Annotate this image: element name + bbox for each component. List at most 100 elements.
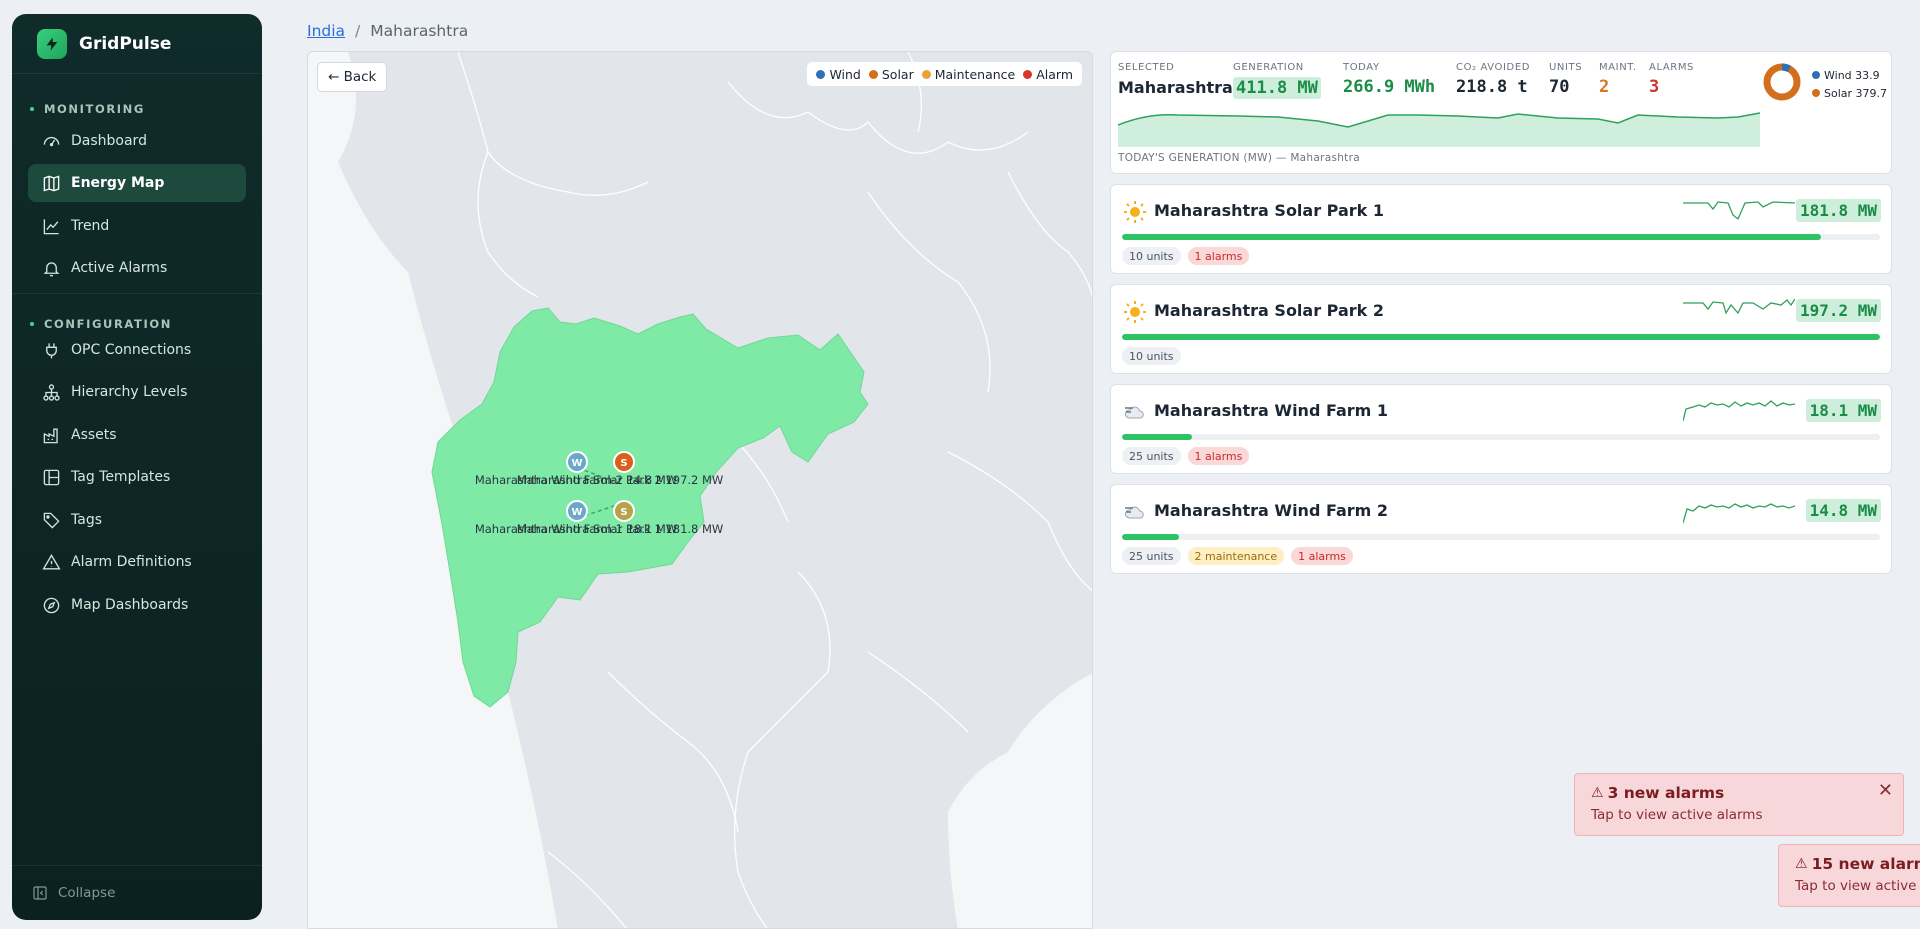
brand-name: GridPulse bbox=[79, 33, 172, 54]
template-icon bbox=[43, 469, 60, 485]
plant-power: 181.8 MW bbox=[1795, 199, 1881, 222]
plant-capacity-bar bbox=[1122, 334, 1880, 340]
plant-capacity-bar bbox=[1122, 534, 1880, 540]
plant-sparkline bbox=[1683, 201, 1795, 221]
donut-wind-slice bbox=[1781, 63, 1792, 73]
alarms-chip[interactable]: 1 alarms bbox=[1291, 547, 1353, 565]
close-icon[interactable]: ✕ bbox=[1878, 780, 1893, 801]
plug-icon bbox=[46, 342, 57, 358]
sidebar-item-opc-connections[interactable]: OPC Connections bbox=[28, 331, 246, 369]
maintenance-value: 2 bbox=[1599, 77, 1610, 97]
sea-bay bbox=[948, 673, 1092, 928]
plant-power: 197.2 MW bbox=[1795, 299, 1881, 322]
alarms-chip[interactable]: 1 alarms bbox=[1187, 247, 1250, 265]
warning-icon: ⚠ bbox=[1591, 785, 1604, 801]
gauge-icon bbox=[43, 136, 60, 146]
wind-cloud-icon bbox=[1125, 406, 1144, 419]
donut-solar-slice bbox=[1763, 63, 1801, 101]
plant-card-wind-farm-1[interactable]: Maharashtra Wind Farm 1 18.1 MW 25 units… bbox=[1110, 384, 1892, 474]
monitoring-section-title: MONITORING bbox=[12, 102, 145, 116]
todays-generation-sparkline bbox=[1118, 112, 1760, 147]
map-canvas[interactable]: W S W S Maharashtra Wind Farm 2 14.8 MW … bbox=[308, 52, 1093, 929]
plant-chips: 10 units 1 alarms bbox=[1122, 247, 1256, 265]
bell-icon bbox=[43, 261, 60, 276]
legend-solar-swatch bbox=[868, 69, 878, 79]
marker-label-solar-park-2: Maharashtra Solar Park 2 197.2 MW bbox=[517, 473, 724, 487]
sidebar-item-alarm-definitions[interactable]: Alarm Definitions bbox=[28, 543, 246, 581]
co2-value: 218.8 t bbox=[1456, 77, 1528, 97]
plant-sparkline bbox=[1683, 400, 1795, 422]
plant-chips: 10 units bbox=[1122, 347, 1188, 365]
region-summary-card: SELECTED Maharashtra GENERATION 411.8 MW… bbox=[1110, 51, 1892, 174]
legend-wind: Wind bbox=[816, 67, 861, 82]
generation-value: 411.8 MW bbox=[1233, 77, 1321, 99]
marker-wind-farm-1[interactable]: W bbox=[566, 500, 588, 522]
units-value: 70 bbox=[1549, 77, 1570, 97]
alarm-toast-2[interactable]: ⚠15 new alarms Tap to view active alarms bbox=[1778, 844, 1920, 907]
energy-map[interactable]: W S W S Maharashtra Wind Farm 2 14.8 MW … bbox=[307, 51, 1093, 929]
bolt-icon bbox=[37, 28, 67, 59]
units-chip: 10 units bbox=[1122, 247, 1181, 265]
sidebar-item-trend[interactable]: Trend bbox=[28, 207, 246, 245]
units-chip: 10 units bbox=[1122, 347, 1181, 365]
warning-icon bbox=[42, 553, 61, 570]
sidebar-item-hierarchy-levels[interactable]: Hierarchy Levels bbox=[28, 373, 246, 411]
marker-letter: W bbox=[571, 507, 582, 518]
sidebar-item-dashboard[interactable]: Dashboard bbox=[28, 122, 246, 160]
plant-name: Maharashtra Wind Farm 2 bbox=[1154, 501, 1389, 520]
breadcrumb-root-link[interactable]: India bbox=[307, 22, 345, 40]
alarm-toast-1[interactable]: ⚠ 3 new alarms Tap to view active alarms … bbox=[1574, 773, 1904, 836]
plant-card-solar-park-1[interactable]: Maharashtra Solar Park 1 181.8 MW 10 uni… bbox=[1110, 184, 1892, 274]
sparkline-caption: TODAY'S GENERATION (MW) — Maharashtra bbox=[1118, 152, 1360, 164]
generation-mix-donut bbox=[1763, 63, 1801, 101]
legend-maintenance: Maintenance bbox=[921, 67, 1015, 82]
today-value: 266.9 MWh bbox=[1343, 77, 1436, 97]
marker-letter: S bbox=[620, 458, 627, 469]
factory-icon bbox=[43, 427, 58, 443]
plant-capacity-bar bbox=[1122, 434, 1880, 440]
hierarchy-icon bbox=[43, 383, 60, 401]
stat-units: UNITS 70 bbox=[1549, 62, 1583, 97]
tag-icon bbox=[43, 512, 60, 529]
marker-solar-park-1[interactable]: S bbox=[613, 500, 635, 522]
plant-card-wind-farm-2[interactable]: Maharashtra Wind Farm 2 14.8 MW 25 units… bbox=[1110, 484, 1892, 574]
plant-chips: 25 units 2 maintenance 1 alarms bbox=[1122, 547, 1360, 565]
maharashtra-region[interactable] bbox=[431, 307, 869, 708]
sidebar-item-assets[interactable]: Assets bbox=[28, 416, 246, 454]
wind-cloud-icon bbox=[1125, 506, 1144, 519]
brand[interactable]: GridPulse bbox=[12, 14, 262, 74]
back-button[interactable]: ← Back bbox=[317, 62, 388, 92]
plant-card-solar-park-2[interactable]: Maharashtra Solar Park 2 197.2 MW 10 uni… bbox=[1110, 284, 1892, 374]
stat-today: TODAY 266.9 MWh bbox=[1343, 62, 1436, 97]
stat-maintenance: MAINT. 2 bbox=[1599, 62, 1637, 97]
sidebar-item-tag-templates[interactable]: Tag Templates bbox=[28, 458, 246, 496]
legend-solar: Solar bbox=[868, 67, 914, 82]
map-legend: Wind Solar Maintenance Alarm bbox=[807, 62, 1082, 86]
breadcrumb-separator: / bbox=[355, 22, 361, 40]
sidebar-item-active-alarms[interactable]: Active Alarms bbox=[28, 249, 246, 287]
plant-power: 14.8 MW bbox=[1805, 499, 1881, 522]
sidebar-item-tags[interactable]: Tags bbox=[28, 501, 246, 539]
donut-legend-wind: Wind 33.9 bbox=[1812, 66, 1887, 84]
units-chip: 25 units bbox=[1122, 547, 1181, 565]
sidebar-divider bbox=[12, 293, 262, 294]
marker-wind-farm-2[interactable]: W bbox=[566, 451, 588, 473]
collapse-button[interactable]: Collapse bbox=[32, 866, 242, 920]
alarms-value: 3 bbox=[1649, 77, 1660, 97]
stat-selected: SELECTED Maharashtra bbox=[1118, 62, 1233, 97]
breadcrumb: India / Maharashtra bbox=[307, 22, 468, 40]
marker-letter: S bbox=[620, 507, 627, 518]
sidebar-item-map-dashboards[interactable]: Map Dashboards bbox=[28, 586, 246, 624]
donut-legend-solar: Solar 379.7 bbox=[1812, 84, 1887, 102]
legend-maintenance-swatch bbox=[921, 69, 931, 79]
donut-legend: Wind 33.9 Solar 379.7 bbox=[1812, 66, 1887, 102]
plant-sparkline bbox=[1683, 298, 1795, 315]
configuration-section-title: CONFIGURATION bbox=[12, 317, 172, 331]
alarms-chip[interactable]: 1 alarms bbox=[1187, 447, 1250, 465]
plant-sparkline bbox=[1683, 503, 1795, 524]
sun-icon bbox=[1124, 201, 1146, 223]
sidebar-item-energy-map[interactable]: Energy Map bbox=[28, 164, 246, 202]
compass-icon bbox=[43, 597, 60, 613]
maintenance-chip[interactable]: 2 maintenance bbox=[1187, 547, 1285, 565]
marker-solar-park-2[interactable]: S bbox=[613, 451, 635, 473]
